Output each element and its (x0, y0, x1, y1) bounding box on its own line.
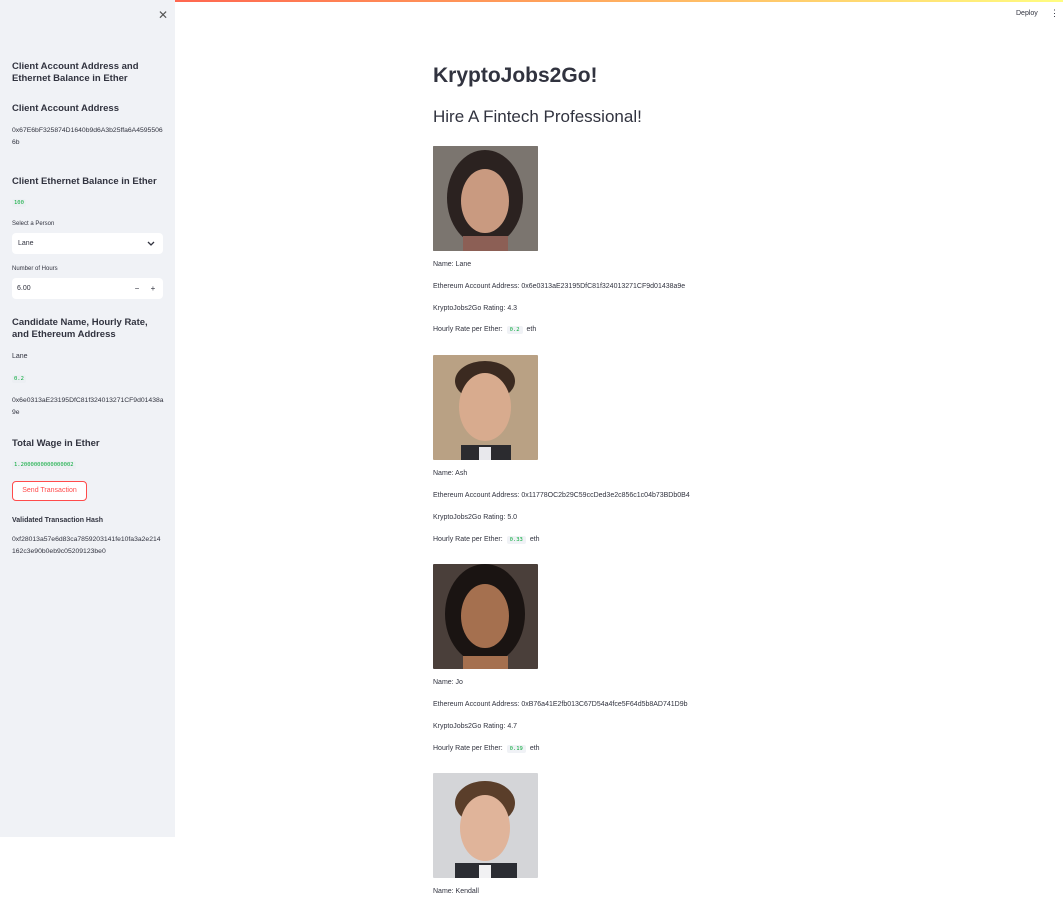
chevron-down-icon (147, 233, 155, 262)
wage-value: 1.2000000000000002 (12, 461, 76, 469)
person-select-value: Lane (18, 240, 34, 247)
candidate-rate-row: Hourly Rate per Ether: 0.33 eth (433, 536, 540, 544)
candidate-title: Candidate Name, Hourly Rate, and Ethereu… (12, 317, 148, 340)
sidebar: ✕ Client Account Address and Ethernet Ba… (0, 0, 175, 837)
hours-input-value: 6.00 (17, 285, 31, 292)
hash-value: 0xf28013a57e6d83ca7859203141fe10fa3a2e21… (12, 536, 161, 555)
candidate-name: Lane (12, 353, 28, 360)
rate-label: Hourly Rate per Ether: (433, 326, 503, 333)
hours-input[interactable]: 6.00 − + (12, 278, 163, 299)
candidate-address: Ethereum Account Address: 0x11778OC2b29C… (433, 492, 690, 499)
candidate-rate: 0.2 (12, 375, 26, 383)
deploy-button[interactable]: Deploy (1016, 10, 1038, 17)
hash-title: Validated Transaction Hash (12, 517, 104, 524)
sidebar-section-title: Client Account Address and Ethernet Bala… (12, 61, 139, 84)
page-title: KryptoJobs2Go! (433, 64, 598, 87)
select-person-label: Select a Person (12, 221, 55, 227)
person-select[interactable]: Lane (12, 233, 163, 254)
candidate-photo (433, 355, 538, 460)
candidate-address: Ethereum Account Address: 0xB76a41E2fb01… (433, 701, 688, 708)
candidate-address: 0x6e0313aE23195DfC81f324013271CF9d01438a… (12, 397, 164, 416)
wage-title: Total Wage in Ether (12, 438, 100, 449)
increment-button[interactable]: + (147, 278, 159, 299)
candidate-rate-row: Hourly Rate per Ether: 0.2 eth (433, 326, 537, 334)
account-address-title: Client Account Address (12, 103, 119, 114)
candidate-rating: KryptoJobs2Go Rating: 5.0 (433, 514, 518, 521)
kebab-menu-icon[interactable]: ⋮ (1050, 8, 1059, 19)
rate-unit: eth (529, 536, 540, 543)
candidate-name: Name: Jo (433, 679, 463, 686)
candidate-photo (433, 773, 538, 878)
decrement-button[interactable]: − (131, 278, 143, 299)
candidate-address: Ethereum Account Address: 0x6e0313aE2319… (433, 283, 686, 290)
balance-value: 100 (12, 199, 26, 207)
candidate-name: Name: Kendall (433, 888, 479, 895)
rate-value: 0.2 (506, 326, 523, 334)
rate-label: Hourly Rate per Ether: (433, 536, 503, 543)
rate-label: Hourly Rate per Ether: (433, 745, 503, 752)
page-subtitle: Hire A Fintech Professional! (433, 107, 642, 126)
hours-label: Number of Hours (12, 266, 58, 272)
candidate-name: Name: Ash (433, 470, 468, 477)
account-address-value: 0x67E6bF325874D1640b9d6A3b25ffa6A4595506… (12, 127, 163, 146)
close-icon[interactable]: ✕ (158, 8, 168, 22)
candidate-rating: KryptoJobs2Go Rating: 4.7 (433, 723, 518, 730)
rate-unit: eth (526, 326, 537, 333)
send-transaction-button[interactable]: Send Transaction (12, 481, 87, 501)
rate-value: 0.33 (506, 536, 526, 544)
candidate-rating: KryptoJobs2Go Rating: 4.3 (433, 305, 518, 312)
rate-value: 0.19 (506, 745, 526, 753)
rate-unit: eth (529, 745, 540, 752)
candidate-photo (433, 564, 538, 669)
candidate-name: Name: Lane (433, 261, 472, 268)
candidate-rate-row: Hourly Rate per Ether: 0.19 eth (433, 745, 540, 753)
candidate-photo (433, 146, 538, 251)
balance-title: Client Ethernet Balance in Ether (12, 176, 157, 187)
